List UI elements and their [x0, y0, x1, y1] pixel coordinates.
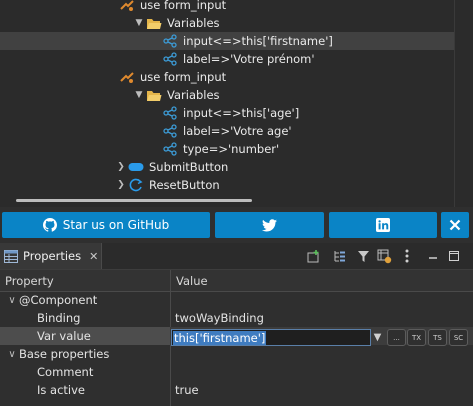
advanced-properties-icon[interactable] [376, 248, 392, 264]
chevron-down-icon[interactable]: ∨ [5, 349, 19, 360]
view-menu-icon[interactable] [399, 248, 415, 264]
close-icon[interactable]: ✕ [89, 250, 98, 263]
tx-button[interactable]: TX [407, 329, 426, 346]
folder-icon [145, 87, 163, 103]
browse-button[interactable]: ... [387, 329, 406, 346]
tree-item-submit-button[interactable]: ❯ SubmitButton [0, 158, 455, 176]
property-group-label: Base properties [19, 347, 110, 361]
outline-tree: use form_input ▼ Variables input<=>this[… [0, 0, 473, 207]
chevron-down-icon[interactable]: ▼ [133, 90, 145, 100]
linkedin-icon [376, 218, 390, 232]
property-value[interactable]: true [175, 383, 199, 397]
property-row-comment[interactable]: Comment [0, 363, 473, 381]
ts-button[interactable]: TS [428, 329, 447, 346]
tab-properties[interactable]: Properties ✕ [0, 243, 102, 269]
tree-item-reset-button[interactable]: ❯ ResetButton [0, 176, 455, 194]
column-header-value[interactable]: Value [176, 270, 208, 291]
github-icon [42, 218, 57, 232]
tree-item-input-firstname[interactable]: input<=>this['firstname'] [0, 32, 455, 50]
tree-item-use-form-input[interactable]: use form_input [0, 0, 455, 14]
github-star-label: Star us on GitHub [62, 218, 170, 232]
tree-item-label-age[interactable]: label=>'Votre age' [0, 122, 455, 140]
linkedin-button[interactable] [329, 212, 437, 238]
tab-title: Properties [23, 249, 82, 263]
property-name: Binding [37, 311, 81, 325]
tree-vertical-scrollbar[interactable] [454, 0, 473, 207]
property-group-component[interactable]: ∨ @Component [0, 291, 473, 309]
close-icon [449, 219, 461, 231]
property-group-base[interactable]: ∨ Base properties [0, 345, 473, 363]
chevron-down-icon[interactable]: ∨ [5, 295, 19, 306]
twitter-button[interactable] [215, 212, 324, 238]
chevron-right-icon[interactable]: ❯ [115, 180, 127, 190]
chevron-right-icon[interactable]: ❯ [115, 162, 127, 172]
sc-button[interactable]: SC [449, 329, 468, 346]
maximize-icon[interactable] [446, 248, 462, 264]
social-bar: Star us on GitHub [0, 208, 473, 242]
property-row-binding[interactable]: Binding twoWayBinding [0, 309, 473, 327]
tree-item-variables[interactable]: ▼ Variables [0, 14, 455, 32]
tree-item-label: label=>'Votre age' [183, 124, 292, 138]
column-header-property[interactable]: Property [5, 270, 54, 291]
tree-item-label: SubmitButton [149, 160, 229, 174]
submit-button-icon [127, 159, 145, 175]
folder-icon [145, 15, 163, 31]
properties-table-header: Property Value [0, 270, 473, 292]
chevron-down-icon[interactable]: ▼ [133, 18, 145, 28]
property-name: Comment [37, 365, 94, 379]
share-node-icon [161, 33, 179, 49]
reset-button-icon [127, 177, 145, 193]
property-value[interactable]: twoWayBinding [175, 311, 264, 325]
properties-tabbar: Properties ✕ [0, 243, 473, 270]
share-node-icon [161, 51, 179, 67]
twitter-icon [262, 218, 277, 232]
tree-item-label: ResetButton [149, 178, 220, 192]
component-icon [118, 69, 136, 85]
github-star-button[interactable]: Star us on GitHub [2, 212, 210, 238]
tree-item-label: Variables [167, 16, 220, 30]
new-property-icon[interactable] [306, 248, 322, 264]
tree-horizontal-scrollbar[interactable] [16, 199, 252, 202]
tree-item-label: type=>'number' [183, 142, 280, 156]
close-social-button[interactable] [441, 212, 469, 238]
filter-icon[interactable] [355, 248, 371, 264]
tree-item-variables[interactable]: ▼ Variables [0, 86, 455, 104]
var-value-dropdown[interactable]: ▼ [370, 329, 385, 346]
chevron-down-icon: ▼ [373, 332, 382, 343]
tree-item-label: input<=>this['firstname'] [183, 34, 333, 48]
minimize-icon[interactable] [425, 248, 441, 264]
component-icon [118, 0, 136, 13]
tree-item-label-prenom[interactable]: label=>'Votre prénom' [0, 50, 455, 68]
share-node-icon [161, 105, 179, 121]
share-node-icon [161, 123, 179, 139]
tree-item-label: input<=>this['age'] [183, 106, 300, 120]
properties-icon [4, 249, 18, 263]
tree-item-use-form-input[interactable]: use form_input [0, 68, 455, 86]
tree-view-icon[interactable] [332, 248, 348, 264]
property-row-is-active[interactable]: Is active true [0, 381, 473, 399]
tree-item-label: label=>'Votre prénom' [183, 52, 315, 66]
var-value-text: this['firstname'] [173, 330, 267, 345]
tree-item-input-age[interactable]: input<=>this['age'] [0, 104, 455, 122]
property-name: Var value [0, 327, 170, 345]
var-value-input[interactable]: this['firstname'] [171, 329, 371, 346]
tree-item-label: use form_input [140, 0, 227, 12]
tree-item-label: use form_input [140, 70, 227, 84]
property-name: Is active [37, 383, 85, 397]
tree-item-label: Variables [167, 88, 220, 102]
share-node-icon [161, 141, 179, 157]
property-group-label: @Component [19, 293, 98, 307]
tree-item-type-number[interactable]: type=>'number' [0, 140, 455, 158]
